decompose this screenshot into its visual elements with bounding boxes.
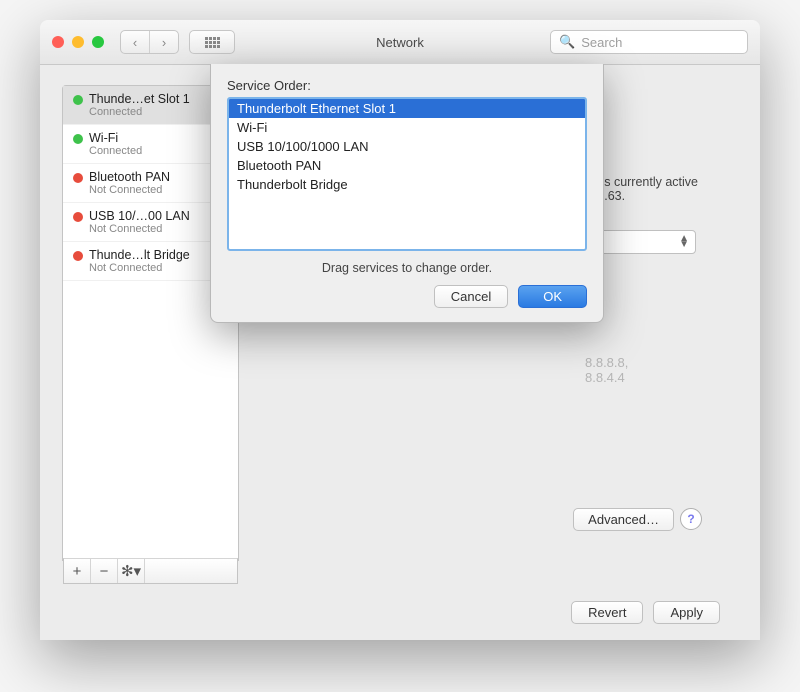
- service-order-label: Service Order:: [227, 78, 587, 93]
- service-name: Thunde…lt Bridge: [89, 248, 230, 262]
- status-dot-icon: [73, 95, 83, 105]
- service-name: Bluetooth PAN: [89, 170, 230, 184]
- order-item[interactable]: Thunderbolt Bridge: [229, 175, 585, 194]
- minimize-window-button[interactable]: [72, 36, 84, 48]
- service-name: Wi-Fi: [89, 131, 230, 145]
- service-status: Not Connected: [89, 262, 230, 274]
- titlebar: ‹ › Network 🔍 Search: [40, 20, 760, 65]
- order-item[interactable]: Thunderbolt Ethernet Slot 1: [229, 99, 585, 118]
- close-window-button[interactable]: [52, 36, 64, 48]
- remove-service-button[interactable]: −: [91, 559, 118, 583]
- zoom-window-button[interactable]: [92, 36, 104, 48]
- order-item[interactable]: USB 10/100/1000 LAN: [229, 137, 585, 156]
- ok-button[interactable]: OK: [518, 285, 587, 308]
- traffic-lights: [52, 36, 104, 48]
- forward-button[interactable]: ›: [149, 31, 178, 53]
- revert-button[interactable]: Revert: [571, 601, 643, 624]
- stepper-icon: ▲▼: [679, 236, 689, 248]
- cancel-button[interactable]: Cancel: [434, 285, 508, 308]
- service-status: Connected: [89, 106, 230, 118]
- sheet-buttons: Cancel OK: [227, 285, 587, 308]
- advanced-button[interactable]: Advanced…: [573, 508, 674, 531]
- drag-hint: Drag services to change order.: [227, 261, 587, 275]
- status-dot-icon: [73, 134, 83, 144]
- back-button[interactable]: ‹: [121, 31, 149, 53]
- service-name: Thunde…et Slot 1: [89, 92, 230, 106]
- order-item[interactable]: Wi-Fi: [229, 118, 585, 137]
- search-placeholder: Search: [581, 35, 622, 50]
- apply-button[interactable]: Apply: [653, 601, 720, 624]
- service-order-list[interactable]: Thunderbolt Ethernet Slot 1 Wi-Fi USB 10…: [227, 97, 587, 251]
- service-status: Not Connected: [89, 223, 230, 235]
- service-order-sheet: Service Order: Thunderbolt Ethernet Slot…: [210, 64, 604, 323]
- service-status: Connected: [89, 145, 230, 157]
- service-name: USB 10/…00 LAN: [89, 209, 230, 223]
- nav-back-forward[interactable]: ‹ ›: [120, 30, 179, 54]
- status-dot-icon: [73, 251, 83, 261]
- preferences-window: ‹ › Network 🔍 Search Thunde…et Slot 1 Co…: [40, 20, 760, 640]
- grid-icon: [205, 37, 220, 48]
- status-dot-icon: [73, 173, 83, 183]
- show-all-button[interactable]: [189, 30, 235, 54]
- add-service-button[interactable]: +: [64, 559, 91, 583]
- search-field[interactable]: 🔍 Search: [550, 30, 748, 54]
- dns-server-value: 8.8.8.8, 8.8.4.4: [585, 355, 628, 385]
- status-dot-icon: [73, 212, 83, 222]
- order-item[interactable]: Bluetooth PAN: [229, 156, 585, 175]
- sidebar-toolbar: + − ✻▾: [63, 558, 238, 584]
- service-actions-button[interactable]: ✻▾: [118, 559, 145, 583]
- service-status: Not Connected: [89, 184, 230, 196]
- search-icon: 🔍: [559, 34, 575, 50]
- connection-status-text: s currently active .63.: [604, 175, 698, 203]
- help-button[interactable]: ?: [680, 508, 702, 530]
